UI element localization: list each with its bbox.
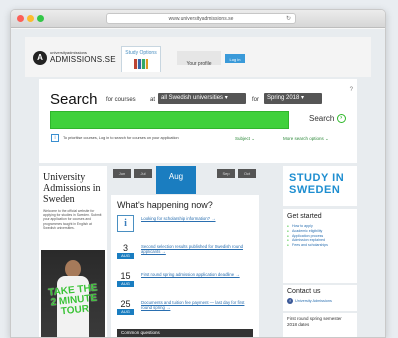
news-item[interactable]: 3 AUG Second selection results published…	[117, 243, 253, 267]
search-input[interactable]	[50, 111, 289, 129]
address-text: www.universityadmissions.se	[168, 16, 234, 22]
tab-study-options-label: Study Options	[125, 50, 157, 56]
month-pill[interactable]: Sep	[217, 169, 235, 178]
info-icon: i	[51, 134, 59, 142]
contact-link-text: University Admissions	[295, 299, 332, 303]
contact-link[interactable]: f University Admissions	[287, 298, 353, 304]
for-courses-label: for courses	[106, 97, 136, 103]
reload-icon[interactable]: ↻	[286, 14, 291, 24]
month-pill[interactable]: Oct	[238, 169, 256, 178]
browser-window: www.universityadmissions.se ↻ A universi…	[10, 9, 386, 338]
arrow-right-icon: ›	[336, 114, 346, 124]
main-content: University Admissions in Sweden Welcome …	[39, 166, 357, 337]
date-month: AUG	[117, 253, 134, 259]
intro-title: University Admissions in Sweden	[43, 172, 101, 205]
search-button[interactable]: Search ›	[309, 114, 346, 124]
common-questions-bar[interactable]: Common questions	[117, 329, 253, 337]
month-selector: Jun Jul Aug Sep Oct	[111, 166, 259, 194]
at-label: at	[150, 97, 156, 103]
university-select-value: all Swedish universities	[161, 95, 224, 101]
month-pill[interactable]: Jun	[113, 169, 131, 178]
date-month: AUG	[117, 309, 134, 315]
intro-column: University Admissions in Sweden Welcome …	[39, 166, 107, 337]
university-select[interactable]: all Swedish universities ▾	[158, 93, 246, 104]
get-started-heading: Get started	[287, 213, 322, 220]
news-item-text[interactable]: First round spring admission application…	[141, 272, 251, 277]
tab-profile[interactable]: Your profile	[177, 51, 221, 67]
news-panel: What's happening now? i Looking for scho…	[111, 195, 259, 337]
tour-text: TAKE THE 2 MINUTE TOUR	[47, 282, 98, 318]
more-options-toggle[interactable]: More search options ⌄	[283, 136, 329, 142]
login-note[interactable]: To prioritise courses, Log in to search …	[63, 136, 179, 140]
books-icon	[134, 59, 148, 69]
for-label: for	[252, 97, 260, 103]
date-badge: 15 AUG	[117, 271, 134, 288]
date-badge: 3 AUG	[117, 243, 134, 260]
intro-description: Welcome to the official website for appl…	[43, 209, 102, 230]
search-panel: Search for courses at all Swedish univer…	[39, 79, 357, 163]
site-logo-icon[interactable]: A	[33, 51, 47, 65]
contact-heading: Contact us	[287, 288, 321, 295]
login-button-label: Log in	[229, 57, 241, 62]
date-month: AUG	[117, 281, 134, 287]
study-in-sweden-logo[interactable]: STUDY IN SWEDEN	[283, 166, 357, 206]
minimize-window-button[interactable]	[27, 15, 34, 22]
tour-promo[interactable]: TAKE THE 2 MINUTE TOUR	[41, 250, 105, 337]
news-heading: What's happening now?	[117, 200, 213, 210]
current-month[interactable]: Aug	[156, 166, 196, 194]
date-day: 15	[120, 271, 131, 281]
month-pill[interactable]: Jul	[134, 169, 152, 178]
logo-text[interactable]: ADMISSIONS.SE	[50, 55, 116, 64]
site-header: A universityadmissions ADMISSIONS.SE Stu…	[25, 37, 371, 77]
date-badge: 25 AUG	[117, 299, 134, 316]
term-select[interactable]: Spring 2018 ▾	[264, 93, 322, 104]
date-day: 25	[120, 299, 131, 309]
term-select-value: Spring 2018	[267, 95, 300, 101]
news-item[interactable]: 25 AUG Documents and tuition fee payment…	[117, 299, 253, 323]
get-started-box: Get started How to apply Academic eligib…	[283, 209, 357, 283]
contact-box: Contact us f University Admissions	[283, 285, 357, 311]
news-item-text[interactable]: Second selection results published for S…	[141, 244, 251, 254]
zoom-window-button[interactable]	[37, 15, 44, 22]
search-button-label: Search	[309, 114, 335, 123]
subject-filter-label: Subject	[235, 136, 251, 141]
get-started-link[interactable]: Fees and scholarships	[287, 243, 353, 248]
close-window-button[interactable]	[17, 15, 24, 22]
study-logo-line2: SWEDEN	[289, 184, 341, 196]
study-logo-line1: STUDY IN	[289, 172, 345, 184]
help-icon[interactable]: ?	[350, 87, 353, 93]
facebook-icon: f	[287, 298, 293, 304]
title-bar: www.universityadmissions.se ↻	[11, 10, 385, 28]
date-day: 3	[122, 243, 128, 253]
sidebar: STUDY IN SWEDEN Get started How to apply…	[283, 166, 357, 337]
web-page: A universityadmissions ADMISSIONS.SE Stu…	[11, 29, 385, 337]
subject-filter-toggle[interactable]: Subject ⌄	[235, 136, 255, 142]
news-item-text[interactable]: Documents and tuition fee payment — last…	[141, 300, 251, 310]
more-options-label: More search options	[283, 136, 324, 141]
news-item[interactable]: i Looking for scholarship information? →	[117, 215, 253, 239]
news-item[interactable]: 15 AUG First round spring admission appl…	[117, 271, 253, 295]
tab-study-options[interactable]: Study Options	[121, 46, 161, 72]
tab-profile-label: Your profile	[186, 61, 212, 67]
login-button[interactable]: Log in	[225, 54, 245, 63]
search-heading: Search	[50, 91, 98, 108]
first-round-box: First round spring semester 2018 dates	[283, 313, 357, 337]
info-icon: i	[117, 215, 134, 232]
news-item-text[interactable]: Looking for scholarship information? →	[141, 216, 251, 221]
address-bar[interactable]: www.universityadmissions.se ↻	[106, 13, 296, 24]
